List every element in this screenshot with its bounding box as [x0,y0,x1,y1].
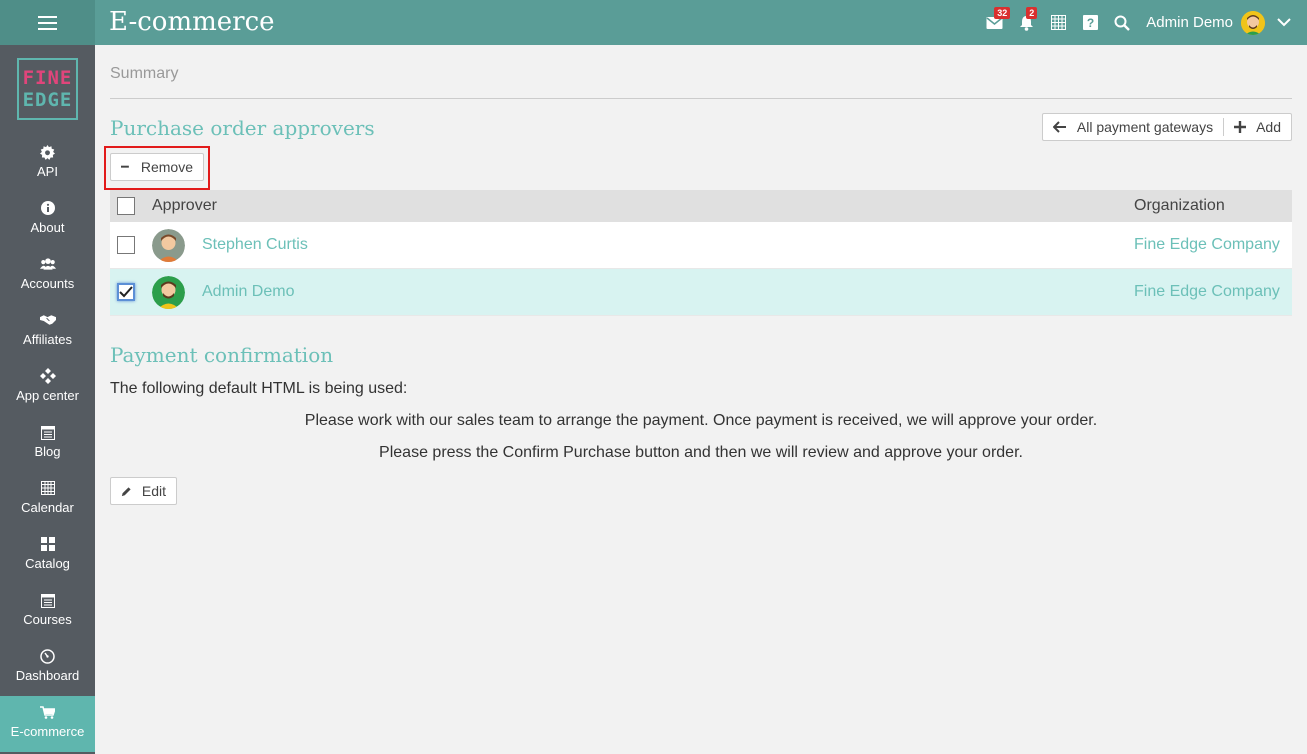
calendar-button[interactable] [1042,0,1074,45]
approver-column-header: Approver [152,197,217,214]
organization-link[interactable]: Fine Edge Company [1134,236,1280,254]
approvers-title: Purchase order approvers [110,116,375,140]
user-name[interactable]: Admin Demo [1146,14,1233,31]
breadcrumb[interactable]: Summary [110,65,178,83]
sidebar-item-label: Courses [23,612,72,627]
cart-icon [40,704,56,720]
calendar-icon [40,480,56,496]
svg-text:?: ? [1087,16,1094,30]
search-button[interactable] [1106,0,1138,45]
sidebar-item-dashboard[interactable]: Dashboard [0,640,95,696]
users-icon [39,256,56,272]
table-row: Stephen Curtis Fine Edge Company [110,222,1292,269]
sidebar-item-about[interactable]: About [0,192,95,248]
sidebar-item-label: Affiliates [23,332,72,347]
app-title: E-commerce [109,7,275,37]
sidebar-item-calendar[interactable]: Calendar [0,472,95,528]
payment-message-1: Please work with our sales team to arran… [304,412,1098,429]
divider [110,98,1292,99]
top-bar: E-commerce 32 2 ? Admin Demo [0,0,1307,45]
sidebar-item-api[interactable]: API [0,136,95,192]
sidebar-item-app-center[interactable]: App center [0,360,95,416]
all-payment-gateways-button[interactable]: All payment gateways [1043,114,1223,140]
gear-icon [40,144,56,160]
row-checkbox[interactable] [117,236,135,254]
select-all-checkbox[interactable] [117,197,135,215]
arrow-left-icon [1052,121,1066,133]
dashboard-icon [40,648,56,664]
sidebar-item-label: API [37,164,58,179]
handshake-icon [39,312,56,328]
user-menu-toggle[interactable] [1269,18,1299,27]
menu-toggle-button[interactable] [0,0,95,45]
sidebar-item-ecommerce[interactable]: E-commerce [0,696,95,752]
sidebar-item-label: Accounts [20,276,75,291]
sidebar-item-label: About [30,220,65,235]
minus-icon [121,165,129,168]
approver-name-link[interactable]: Admin Demo [202,283,294,301]
avatar [152,228,185,262]
payment-confirmation-title: Payment confirmation [110,343,334,367]
top-icons: 32 2 ? Admin Demo [978,0,1307,45]
edit-button[interactable]: Edit [110,477,177,505]
grid-icon [40,536,56,552]
checkmark-icon [119,286,133,298]
sidebar-item-affiliates[interactable]: Affiliates [0,304,95,360]
sidebar-item-courses[interactable]: Courses [0,584,95,640]
pencil-icon [121,486,131,496]
sidebar-item-label: App center [16,388,79,403]
sidebar-item-label: E-commerce [10,724,85,739]
sidebar-item-label: Calendar [21,500,74,515]
organization-column-header: Organization [1134,197,1225,214]
sidebar-item-catalog[interactable]: Catalog [0,528,95,584]
remove-button[interactable]: Remove [110,153,204,181]
sidebar-item-label: Blog [34,444,61,459]
row-checkbox[interactable] [117,283,135,301]
hamburger-icon [38,15,57,30]
help-icon: ? [1082,15,1098,30]
mail-button[interactable]: 32 [978,0,1011,45]
plus-icon [1234,121,1247,133]
courses-icon [40,592,56,608]
notification-badge: 2 [1026,7,1038,19]
user-avatar[interactable] [1241,10,1265,35]
gateway-actions: All payment gateways Add [1041,113,1292,141]
search-icon [1114,15,1131,31]
sidebar-item-accounts[interactable]: Accounts [0,248,95,304]
avatar [152,275,185,309]
table-header: Approver Organization [110,190,1292,222]
sidebar-item-label: Dashboard [15,668,80,683]
blog-icon [40,424,56,440]
sidebar: FINE EDGE API About Accounts Affiliates … [0,45,95,754]
chevron-down-icon [1277,18,1291,27]
payment-message-2: Please press the Confirm Purchase button… [379,444,1023,461]
add-approver-button[interactable]: Add [1224,114,1291,140]
approver-name-link[interactable]: Stephen Curtis [202,236,308,254]
organization-link[interactable]: Fine Edge Company [1134,283,1280,301]
mail-badge: 32 [994,7,1011,19]
table-row: Admin Demo Fine Edge Company [110,269,1292,316]
approvers-table: Approver Organization Stephen Curtis Fin… [110,190,1292,316]
info-icon [40,200,56,216]
payment-description: The following default HTML is being used… [110,380,408,397]
sidebar-item-blog[interactable]: Blog [0,416,95,472]
fine-edge-logo[interactable]: FINE EDGE [17,58,78,120]
notifications-button[interactable]: 2 [1010,0,1042,45]
sidebar-item-label: Catalog [25,556,70,571]
apps-icon [39,368,56,384]
calendar-icon [1050,15,1066,30]
help-button[interactable]: ? [1074,0,1106,45]
